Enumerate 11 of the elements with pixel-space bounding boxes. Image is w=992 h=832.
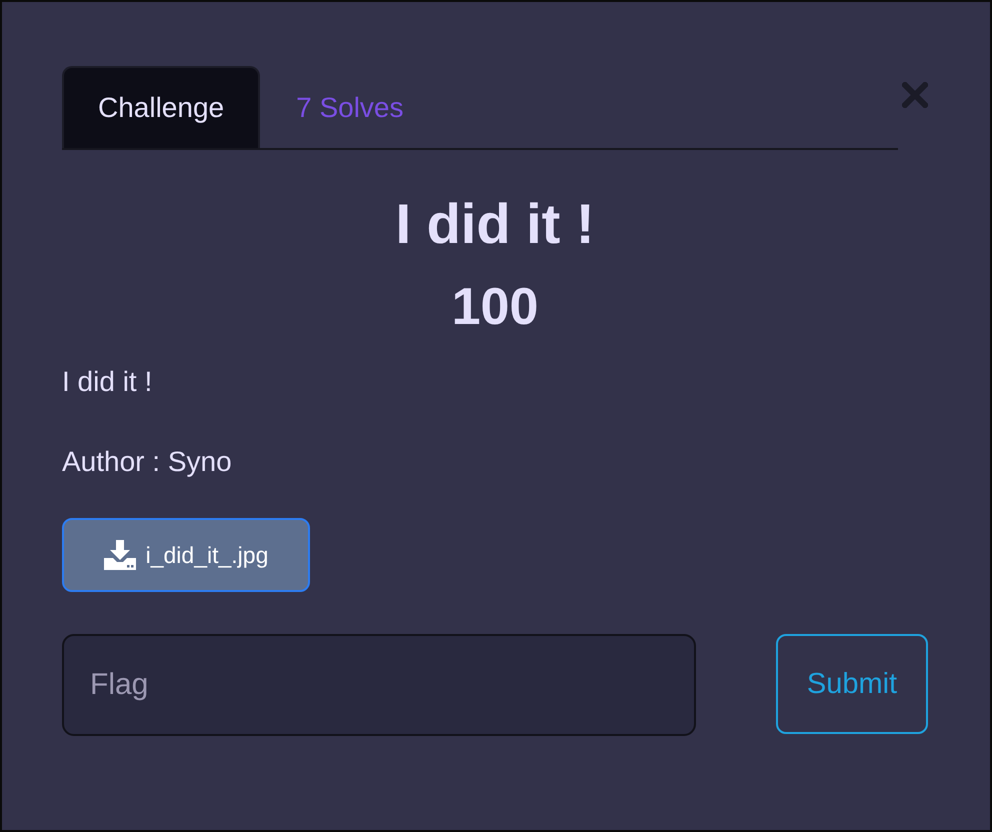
download-icon [104,540,136,570]
close-icon [902,82,928,108]
challenge-points: 100 [452,277,538,338]
close-button[interactable] [902,82,928,108]
submit-button[interactable]: Submit [776,634,928,734]
description-text: Author : Syno [62,445,232,479]
file-download-button[interactable]: i_did_it_.jpg [62,518,310,592]
flag-input-field[interactable]: Flag [62,634,696,736]
tab[interactable]: Challenge [62,66,260,148]
description-text: I did it ! [62,365,152,399]
challenge-title: I did it ! [395,191,595,257]
